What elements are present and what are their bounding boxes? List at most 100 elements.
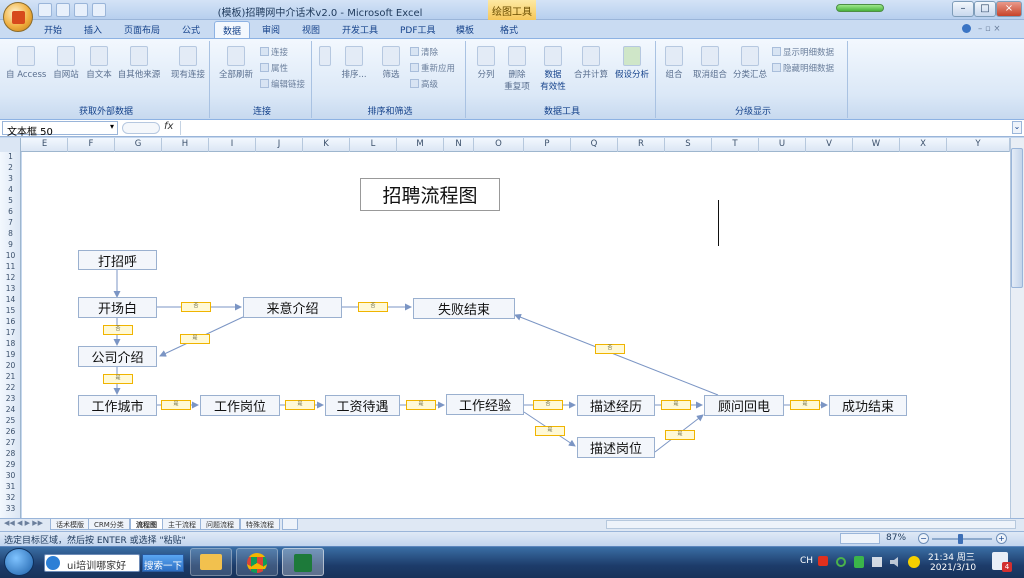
worksheet-grid[interactable] [22,152,1010,518]
sheet-tab-crm[interactable]: CRM分类 [88,519,130,530]
tab-template[interactable]: 模板 [448,21,482,38]
row-header[interactable]: 27 [0,438,21,449]
row-header[interactable]: 25 [0,416,21,427]
horizontal-scrollbar[interactable] [606,520,1016,529]
row-header[interactable]: 5 [0,196,21,207]
filter-button[interactable]: 筛选 [376,46,406,80]
col-header-t[interactable]: T [712,138,759,152]
subtotal-button[interactable]: 分类汇总 [732,46,768,80]
sheet-tab-main-flow[interactable]: 主干流程 [162,519,202,530]
row-header[interactable]: 30 [0,471,21,482]
tab-home[interactable]: 开始 [36,21,70,38]
row-header[interactable]: 20 [0,361,21,372]
row-header[interactable]: 29 [0,460,21,471]
connector-label[interactable]: 是 [285,400,315,410]
reapply-link[interactable]: 重新应用 [410,62,455,74]
row-header[interactable]: 8 [0,229,21,240]
row-header[interactable]: 9 [0,240,21,251]
row-header[interactable]: 22 [0,383,21,394]
col-header-x[interactable]: X [900,138,947,152]
row-header[interactable]: 18 [0,339,21,350]
advanced-filter-link[interactable]: 高级 [410,78,438,90]
clock-date[interactable]: 2021/3/10 [930,563,976,573]
office-button[interactable] [3,2,33,32]
row-header[interactable]: 12 [0,273,21,284]
edit-links-link[interactable]: 编辑链接 [260,78,305,90]
tab-review[interactable]: 审阅 [254,21,288,38]
clear-filter-link[interactable]: 清除 [410,46,438,58]
col-header-i[interactable]: I [209,138,256,152]
row-header[interactable]: 21 [0,372,21,383]
connector-label[interactable]: 否 [103,325,133,335]
tray-icon[interactable] [836,557,846,567]
connector-label[interactable]: 否 [595,344,625,354]
sort-button[interactable]: 排序... [336,46,372,80]
row-header[interactable]: 15 [0,306,21,317]
sort-az-icon[interactable] [318,46,332,68]
col-header-e[interactable]: E [22,138,68,152]
col-header-l[interactable]: L [350,138,397,152]
taskbar-excel[interactable] [282,548,324,576]
connector-label[interactable]: 是 [661,400,691,410]
flow-node-opening[interactable]: 开场白 [78,297,157,318]
flow-node-describe-position[interactable]: 描述岗位 [577,437,655,458]
zoom-in-button[interactable]: + [996,533,1007,544]
zoom-level[interactable]: 87% [886,533,906,543]
insert-sheet-icon[interactable] [282,519,298,530]
from-other-sources-button[interactable]: 自其他来源 [116,46,162,80]
taskbar-explorer[interactable] [190,548,232,576]
flow-node-describe-experience[interactable]: 描述经历 [577,395,655,416]
connector-label[interactable]: 是 [790,400,820,410]
taskbar-search-button[interactable]: 搜索一下 [142,554,184,572]
col-header-q[interactable]: Q [571,138,618,152]
refresh-all-button[interactable]: 全部刷新 [216,46,256,80]
row-header[interactable]: 2 [0,163,21,174]
close-button[interactable]: × [996,1,1022,17]
flow-node-salary[interactable]: 工资待遇 [325,395,400,416]
flow-node-greet[interactable]: 打招呼 [78,250,157,270]
col-header-h[interactable]: H [162,138,209,152]
tab-page-layout[interactable]: 页面布局 [116,21,168,38]
help-icon[interactable] [962,24,971,33]
from-text-button[interactable]: 自文本 [84,46,114,80]
col-header-f[interactable]: F [68,138,115,152]
connector-label[interactable]: 是 [665,430,695,440]
flow-node-experience[interactable]: 工作经验 [446,394,524,415]
network-icon[interactable] [872,557,882,567]
connector-label[interactable]: 否 [181,302,211,312]
col-header-p[interactable]: P [524,138,571,152]
start-button[interactable] [4,548,34,576]
row-header[interactable]: 1 [0,152,21,163]
sheet-tab-flowchart[interactable]: 流程图 [130,519,163,530]
ungroup-button[interactable]: 取消组合 [690,46,730,80]
fx-icon[interactable]: fx [164,121,173,132]
col-header-r[interactable]: R [618,138,665,152]
col-header-k[interactable]: K [303,138,350,152]
tab-format[interactable]: 格式 [492,21,526,38]
col-header-n[interactable]: N [444,138,474,152]
row-header[interactable]: 33 [0,504,21,515]
connector-label[interactable]: 是 [406,400,436,410]
flowchart-title[interactable]: 招聘流程图 [360,178,500,211]
flow-node-company[interactable]: 公司介绍 [78,346,157,367]
flow-node-intent[interactable]: 来意介绍 [243,297,342,318]
col-header-j[interactable]: J [256,138,303,152]
expand-formula-icon[interactable]: ⌄ [1012,121,1022,134]
row-header[interactable]: 16 [0,317,21,328]
row-header[interactable]: 7 [0,218,21,229]
col-header-u[interactable]: U [759,138,806,152]
zoom-slider-thumb[interactable] [958,534,963,544]
qq-icon[interactable] [908,556,920,568]
col-header-y[interactable]: Y [947,138,1010,152]
flow-node-success[interactable]: 成功结束 [829,395,907,416]
row-header[interactable]: 10 [0,251,21,262]
sheet-tab-script[interactable]: 话术模版 [50,519,90,530]
formula-bar-splitter[interactable] [122,122,160,134]
row-header[interactable]: 19 [0,350,21,361]
existing-connections-button[interactable]: 现有连接 [168,46,208,80]
properties-link[interactable]: 属性 [260,62,288,74]
row-header[interactable]: 13 [0,284,21,295]
group-button[interactable]: 组合 [662,46,686,80]
row-header[interactable]: 17 [0,328,21,339]
show-detail-link[interactable]: 显示明细数据 [772,46,834,58]
